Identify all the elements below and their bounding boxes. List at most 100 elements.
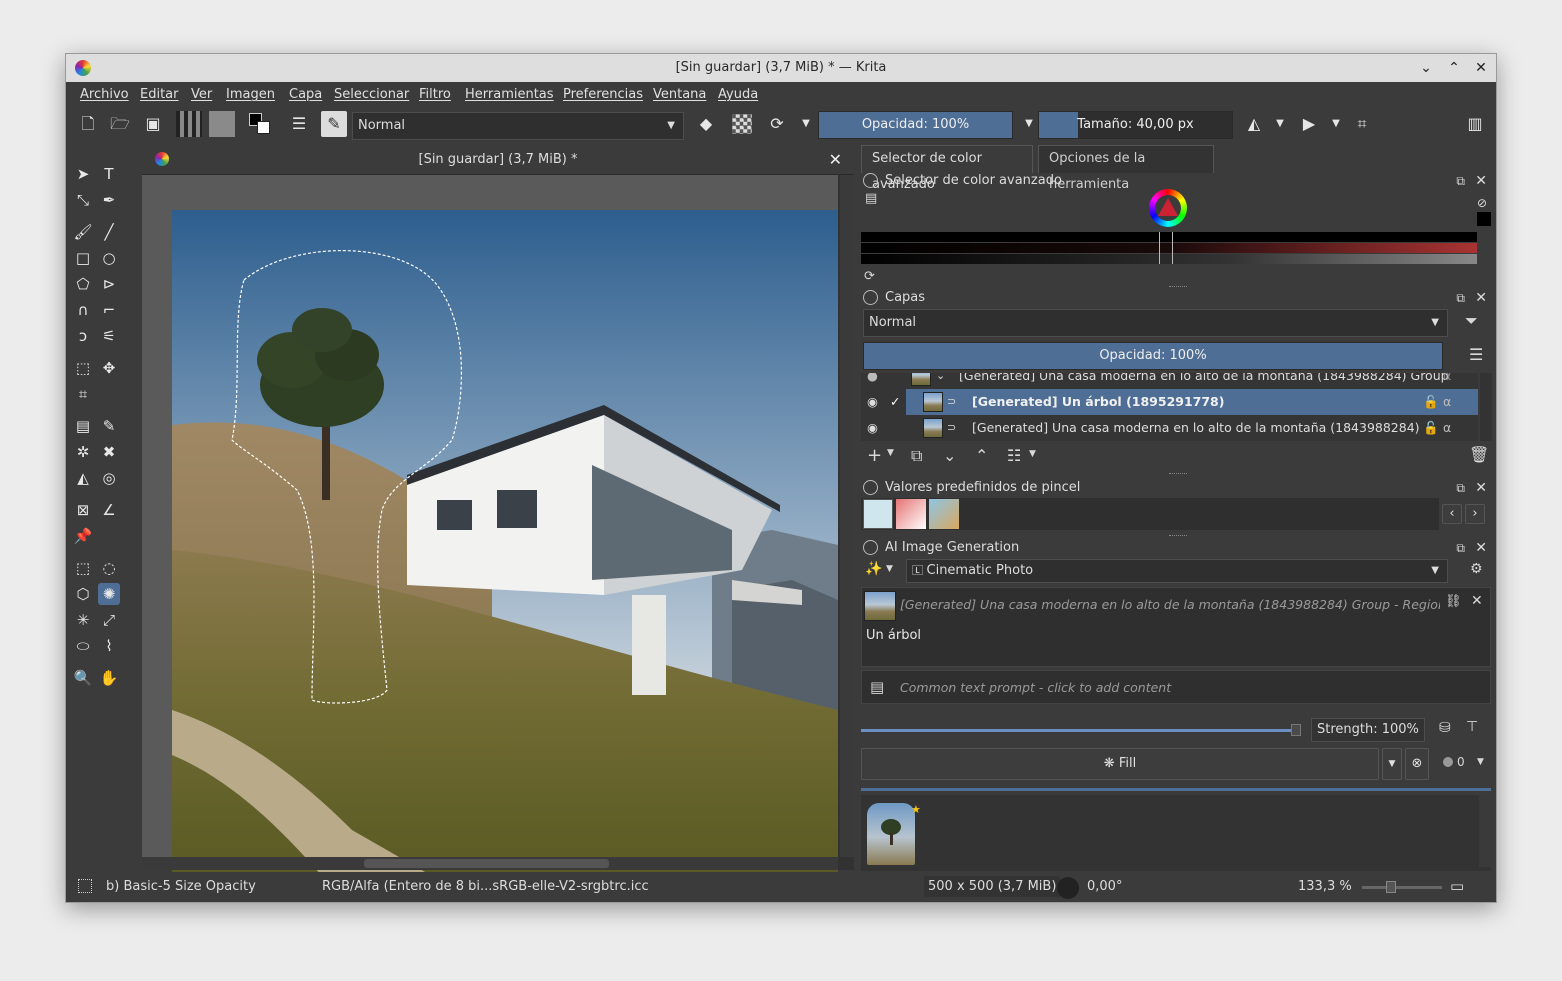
polygon-tool-icon[interactable]: ⬠ xyxy=(72,273,94,295)
eraser-icon[interactable]: ◆ xyxy=(693,111,719,137)
close-panel-icon[interactable]: ✕ xyxy=(1475,477,1487,499)
crop-tool-icon[interactable]: ⌗ xyxy=(72,383,94,405)
tab-color-selector[interactable]: Selector de color avanzado xyxy=(861,145,1033,192)
layer-opacity-slider[interactable]: Opacidad: 100% xyxy=(863,342,1443,370)
opacity-slider[interactable]: Opacidad: 100% xyxy=(818,111,1013,139)
fill-button[interactable]: ❋ Fill xyxy=(861,748,1379,780)
enclose-fill-tool-icon[interactable]: ◎ xyxy=(98,467,120,489)
status-rotation[interactable]: 0,00° xyxy=(1087,879,1122,894)
lock-icon[interactable] xyxy=(863,173,878,188)
strength-slider[interactable] xyxy=(861,720,1301,740)
menu-ayuda[interactable]: Ayuda xyxy=(718,87,758,102)
generation-mode-dropdown-icon[interactable]: ▼ xyxy=(886,564,893,574)
zoom-slider[interactable] xyxy=(1362,886,1442,889)
lock-icon[interactable] xyxy=(863,290,878,305)
close-window-button[interactable]: ✕ xyxy=(1471,58,1491,78)
visibility-eye-icon[interactable]: ● xyxy=(867,373,878,389)
alpha-lock-icon[interactable]: α xyxy=(1443,415,1451,441)
color-picker-tool-icon[interactable]: ✎ xyxy=(98,415,120,437)
edit-shapes-tool-icon[interactable]: ⤡ xyxy=(72,189,94,211)
tab-tool-options[interactable]: Opciones de la herramienta xyxy=(1038,145,1214,192)
zoom-tool-icon[interactable]: 🔍 xyxy=(72,667,94,689)
control-layers-icon[interactable]: ⛁ xyxy=(1439,720,1451,736)
alpha-lock-icon[interactable]: α xyxy=(1443,373,1451,389)
mirror-horizontal-icon[interactable]: ◭ xyxy=(1241,111,1267,137)
status-color-space[interactable]: RGB/Alfa (Entero de 8 bi...sRGB-elle-V2-… xyxy=(322,879,649,894)
pan-tool-icon[interactable]: ✋ xyxy=(98,667,120,689)
refresh-color-icon[interactable]: ⟳ xyxy=(864,269,875,284)
contiguous-select-tool-icon[interactable]: ✳ xyxy=(72,609,94,631)
layer-properties-icon[interactable]: ☷ xyxy=(1007,446,1021,465)
blend-mode-select[interactable]: Normal ▼ xyxy=(352,112,684,140)
polyline-tool-icon[interactable]: ⊳ xyxy=(98,273,120,295)
remove-region-icon[interactable]: ✕ xyxy=(1471,593,1483,609)
splitter-grip[interactable] xyxy=(1169,473,1187,476)
expand-group-icon[interactable]: ⌄ xyxy=(936,373,945,389)
filter-icon[interactable]: ⏷ xyxy=(1465,311,1478,331)
select-shapes-tool-icon[interactable]: ➤ xyxy=(72,163,94,185)
menu-preferencias[interactable]: Preferencias xyxy=(563,87,643,102)
move-layer-down-icon[interactable]: ⌄ xyxy=(943,446,956,465)
menu-ventana[interactable]: Ventana xyxy=(653,87,706,102)
alpha-lock-icon[interactable] xyxy=(732,114,752,134)
freehand-path-tool-icon[interactable]: ⌐ xyxy=(98,299,120,321)
float-panel-icon[interactable]: ⧉ xyxy=(1456,537,1465,559)
smart-patch-tool-icon[interactable]: ✲ xyxy=(72,441,94,463)
canvas-vertical-scrollbar[interactable] xyxy=(840,175,854,857)
region-prompt-box[interactable]: [Generated] Una casa moderna en lo alto … xyxy=(861,587,1491,667)
status-brush[interactable]: b) Basic-5 Size Opacity xyxy=(106,879,256,894)
menu-herramientas[interactable]: Herramientas xyxy=(465,87,554,102)
close-panel-icon[interactable]: ✕ xyxy=(1475,170,1487,192)
brush-settings-icon[interactable]: ☰ xyxy=(286,111,312,137)
ellipse-tool-icon[interactable]: ○ xyxy=(98,247,120,269)
layer-blend-mode-select[interactable]: Normal ▼ xyxy=(863,309,1448,337)
visibility-eye-icon[interactable]: ◉ xyxy=(867,389,878,415)
region-prompt-text[interactable]: Un árbol xyxy=(866,628,921,643)
queue-dropdown-icon[interactable]: ▼ xyxy=(1477,757,1484,767)
rectangle-tool-icon[interactable]: □ xyxy=(72,247,94,269)
document-image[interactable] xyxy=(172,210,838,876)
rotation-dial-icon[interactable] xyxy=(1057,877,1079,899)
layer-properties-dropdown-icon[interactable]: ▼ xyxy=(1029,449,1036,459)
move-layer-up-icon[interactable]: ⌃ xyxy=(975,446,988,465)
freehand-select-tool-icon[interactable]: ✺ xyxy=(98,583,120,605)
layer-row[interactable]: ◉ ⊃ [Generated] Una casa moderna en lo a… xyxy=(861,415,1478,441)
generation-mode-icon[interactable]: ✨ xyxy=(865,561,882,577)
document-tab[interactable]: [Sin guardar] (3,7 MiB) * ✕ xyxy=(142,145,854,175)
canvas-horizontal-scrollbar[interactable] xyxy=(142,857,838,870)
ellipse-select-tool-icon[interactable]: ◌ xyxy=(98,557,120,579)
size-slider[interactable]: Tamaño: 40,00 px xyxy=(1038,111,1233,139)
link-region-icon[interactable]: ⛓ xyxy=(1445,594,1462,609)
move-tool-icon[interactable]: ✥ xyxy=(98,357,120,379)
current-color-swatch[interactable] xyxy=(1477,212,1491,226)
layer-menu-icon[interactable]: ☰ xyxy=(1469,345,1483,364)
alpha-lock-icon[interactable]: α xyxy=(1443,389,1451,415)
layer-list-scrollbar[interactable] xyxy=(1480,373,1492,441)
bezier-select-tool-icon[interactable]: ⬭ xyxy=(72,635,94,657)
lock-layer-icon[interactable]: 🔓 xyxy=(1423,415,1439,441)
float-panel-icon[interactable]: ⧉ xyxy=(1456,287,1465,309)
menu-filtro[interactable]: Filtro xyxy=(419,87,451,102)
similar-select-tool-icon[interactable]: ⤢ xyxy=(98,609,120,631)
text-tool-icon[interactable]: T xyxy=(98,163,120,185)
lock-layer-icon[interactable]: 🔓 xyxy=(1423,389,1439,415)
visibility-eye-icon[interactable]: ◉ xyxy=(867,415,878,441)
lock-icon[interactable] xyxy=(863,540,878,555)
assistant-tool-icon[interactable]: ⊠ xyxy=(72,499,94,521)
lock-icon[interactable] xyxy=(863,480,878,495)
save-icon[interactable]: ▣ xyxy=(140,111,166,137)
brush-preset-1[interactable] xyxy=(863,499,893,529)
workspace-icon[interactable]: ▥ xyxy=(1462,111,1488,137)
add-layer-dropdown-icon[interactable]: ▼ xyxy=(887,448,894,458)
close-panel-icon[interactable]: ✕ xyxy=(1475,287,1487,309)
history-thumbnail[interactable] xyxy=(867,803,915,865)
zoom-handle[interactable] xyxy=(1386,881,1396,893)
display-icon[interactable]: ▭ xyxy=(1450,877,1464,895)
menu-archivo[interactable]: Archivo xyxy=(80,87,129,102)
canvas[interactable] xyxy=(142,175,838,876)
presets-next-button[interactable]: › xyxy=(1465,504,1485,524)
fill-dropdown-button[interactable]: ▼ xyxy=(1382,748,1402,780)
gradient-tool-icon[interactable]: ▤ xyxy=(72,415,94,437)
brush-preset-icon[interactable]: ✎ xyxy=(321,111,347,137)
dynamic-brush-tool-icon[interactable]: ↄ xyxy=(72,325,94,347)
